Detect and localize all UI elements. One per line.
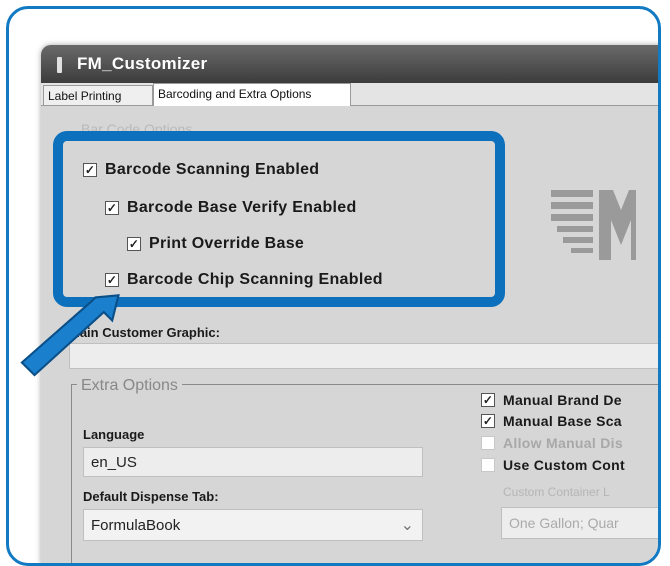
app-icon xyxy=(57,57,62,73)
screenshot-frame: FM_Customizer Label Printing Barcoding a… xyxy=(6,6,661,566)
language-field[interactable]: en_US xyxy=(83,447,423,477)
checkbox-label: Manual Brand De xyxy=(503,392,622,408)
checkbox-manual-base-scan[interactable]: ✓ Manual Base Sca xyxy=(481,413,622,429)
tab-label-printing[interactable]: Label Printing xyxy=(43,85,153,105)
tab-barcoding-extra-options[interactable]: Barcoding and Extra Options xyxy=(153,83,351,106)
dispense-tab-select[interactable]: FormulaBook ⌄ xyxy=(83,509,423,541)
fm-logo xyxy=(551,190,636,260)
tab-strip: Label Printing Barcoding and Extra Optio… xyxy=(41,83,658,106)
checkbox-allow-manual-dispense[interactable]: Allow Manual Dis xyxy=(481,435,623,451)
chevron-down-icon: ⌄ xyxy=(400,517,414,534)
language-label: Language xyxy=(83,427,145,442)
checkbox-box[interactable] xyxy=(481,436,495,450)
window-title: FM_Customizer xyxy=(77,54,208,73)
checkbox-use-custom-container[interactable]: Use Custom Cont xyxy=(481,457,625,473)
custom-container-field[interactable]: One Gallon; Quar xyxy=(501,507,658,539)
checkbox-label: Use Custom Cont xyxy=(503,457,625,473)
checkbox-label: Allow Manual Dis xyxy=(503,435,623,451)
customer-graphic-field[interactable] xyxy=(69,343,658,369)
dispense-tab-value: FormulaBook xyxy=(91,516,181,534)
checkbox-box[interactable]: ✓ xyxy=(481,393,495,407)
custom-container-label: Custom Container L xyxy=(503,485,610,499)
pointer-arrow-icon xyxy=(20,294,120,377)
checkbox-box[interactable]: ✓ xyxy=(481,414,495,428)
checkbox-label: Manual Base Sca xyxy=(503,413,622,429)
title-bar: FM_Customizer xyxy=(41,45,658,83)
checkbox-box[interactable] xyxy=(481,458,495,472)
dispense-tab-label: Default Dispense Tab: xyxy=(83,489,219,504)
checkbox-manual-brand[interactable]: ✓ Manual Brand De xyxy=(481,392,622,408)
